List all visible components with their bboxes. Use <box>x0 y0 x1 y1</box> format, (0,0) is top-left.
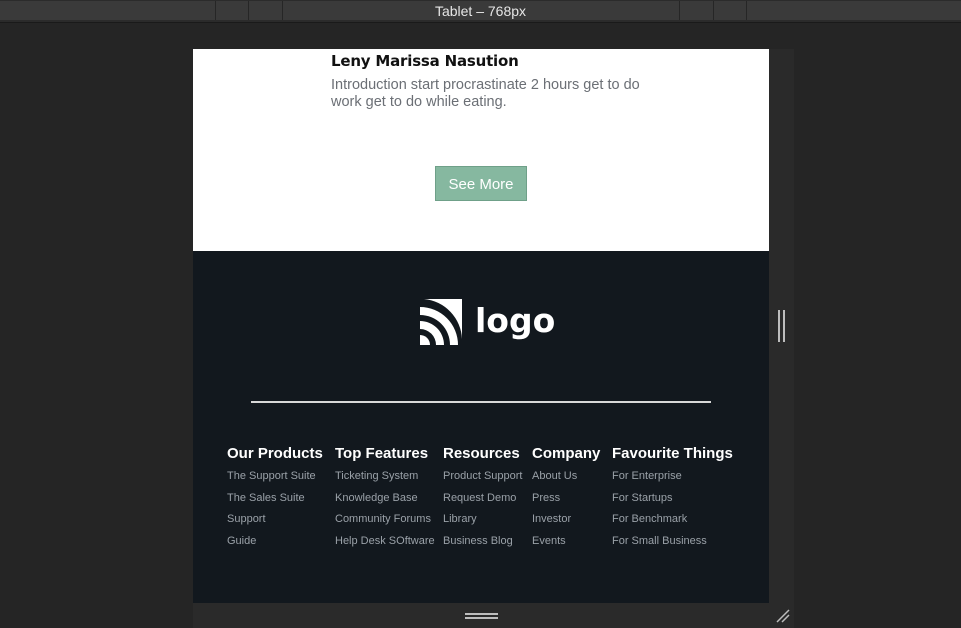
footer-column-title: Favourite Things <box>612 445 733 462</box>
footer-link[interactable]: Knowledge Base <box>335 492 435 514</box>
footer-link[interactable]: For Startups <box>612 492 733 514</box>
footer-column-company: Company About Us Press Investor Events <box>532 445 600 557</box>
footer-link[interactable]: Business Blog <box>443 535 523 557</box>
testimonial-section: Leny Marissa Nasution Introduction start… <box>193 49 769 251</box>
footer-link[interactable]: For Small Business <box>612 535 733 557</box>
footer-link[interactable]: For Enterprise <box>612 470 733 492</box>
footer-link[interactable]: Community Forums <box>335 513 435 535</box>
footer-link[interactable]: About Us <box>532 470 600 492</box>
logo-arcs-icon <box>420 299 462 345</box>
footer-column-title: Our Products <box>227 445 323 462</box>
footer-link[interactable]: Library <box>443 513 523 535</box>
height-resize-handle[interactable] <box>465 613 498 619</box>
footer-link[interactable]: Guide <box>227 535 323 557</box>
footer-logo[interactable]: logo <box>420 299 555 347</box>
device-viewport: Leny Marissa Nasution Introduction start… <box>193 49 769 603</box>
footer-column-features: Top Features Ticketing System Knowledge … <box>335 445 435 557</box>
footer-link[interactable]: For Benchmark <box>612 513 733 535</box>
footer-link[interactable]: The Support Suite <box>227 470 323 492</box>
footer-link[interactable]: Support <box>227 513 323 535</box>
footer-column-favourites: Favourite Things For Enterprise For Star… <box>612 445 733 557</box>
footer-column-title: Resources <box>443 445 520 462</box>
responsive-toolbar: Tablet – 768px <box>0 0 961 23</box>
corner-resize-icon[interactable] <box>774 607 790 623</box>
footer-column-title: Top Features <box>335 445 429 462</box>
footer-link[interactable]: Help Desk SOftware <box>335 535 435 557</box>
footer-column-title: Company <box>532 445 601 462</box>
testimonial-quote: Introduction start procrastinate 2 hours… <box>331 77 640 110</box>
footer-link[interactable]: Product Support <box>443 470 523 492</box>
width-resize-handle[interactable] <box>778 310 785 342</box>
footer-divider <box>251 401 711 403</box>
testimonial-author: Leny Marissa Nasution <box>331 52 519 70</box>
footer-link[interactable]: Request Demo <box>443 492 523 514</box>
site-footer: logo Our Products The Support Suite The … <box>193 251 769 603</box>
device-size-label: Tablet – 768px <box>434 3 527 19</box>
footer-link[interactable]: Events <box>532 535 600 557</box>
footer-column-products: Our Products The Support Suite The Sales… <box>227 445 323 557</box>
footer-column-resources: Resources Product Support Request Demo L… <box>443 445 523 557</box>
footer-link[interactable]: The Sales Suite <box>227 492 323 514</box>
footer-link[interactable]: Ticketing System <box>335 470 435 492</box>
footer-link[interactable]: Investor <box>532 513 600 535</box>
logo-wordmark: logo <box>475 301 556 340</box>
footer-link[interactable]: Press <box>532 492 600 514</box>
see-more-button[interactable]: See More <box>435 166 527 201</box>
